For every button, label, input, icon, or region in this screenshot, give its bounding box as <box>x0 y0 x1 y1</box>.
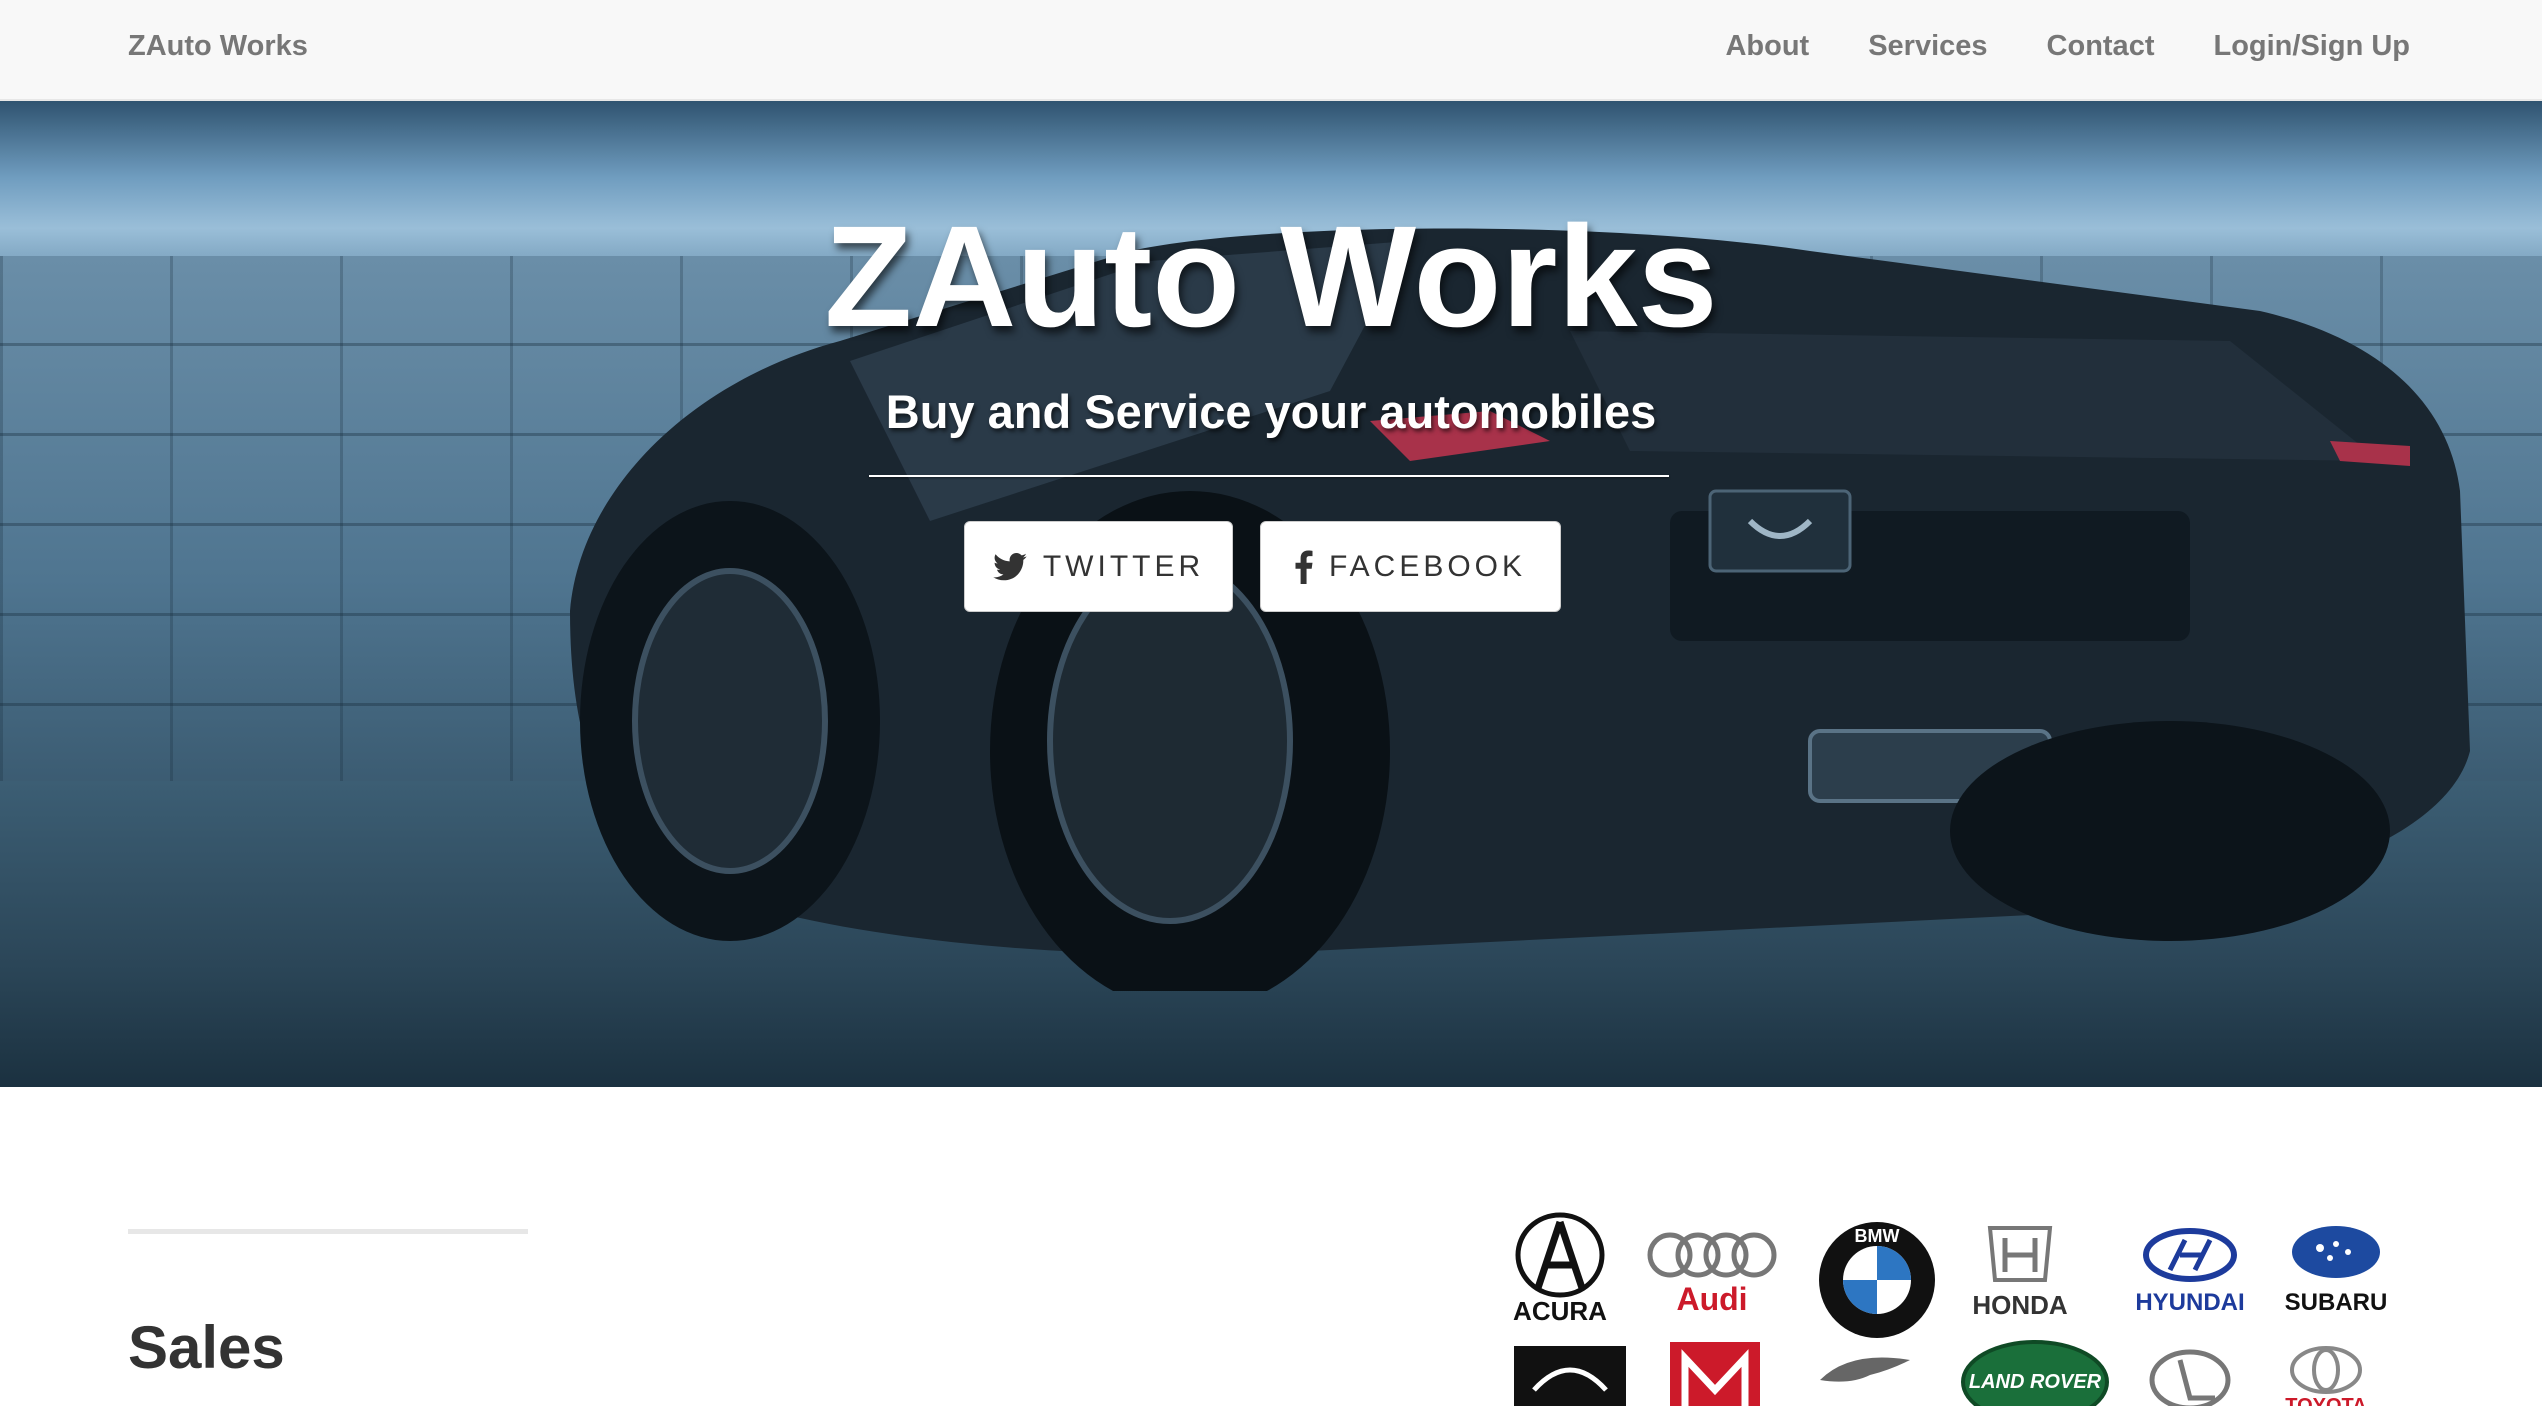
hero-title: ZAuto Works <box>824 196 1718 357</box>
svg-text:ACURA: ACURA <box>1513 1296 1607 1326</box>
twitter-button[interactable]: TWITTER <box>964 521 1233 612</box>
section-divider <box>128 1229 528 1234</box>
jaguar-logo <box>1820 1357 1910 1382</box>
honda-logo: HONDA <box>1972 1226 2068 1320</box>
hummer-logo <box>1670 1342 1760 1406</box>
nav-links: About Services Contact Login/Sign Up <box>1725 30 2410 63</box>
subaru-logo: SUBARU <box>2285 1226 2388 1316</box>
facebook-label: FACEBOOK <box>1328 549 1527 583</box>
hero-divider <box>869 475 1669 477</box>
section-title-sales: Sales <box>128 1314 285 1381</box>
hero-subtitle: Buy and Service your automobiles <box>885 385 1657 438</box>
svg-text:HONDA: HONDA <box>1972 1290 2068 1320</box>
brand-link[interactable]: ZAuto Works <box>128 30 308 63</box>
hyundai-logo: HYUNDAI <box>2135 1228 2245 1316</box>
nav-link-services[interactable]: Services <box>1868 30 1987 63</box>
lexus-logo <box>2149 1349 2231 1406</box>
twitter-label: TWITTER <box>1042 549 1205 583</box>
svg-text:BMW: BMW <box>1855 1226 1900 1246</box>
nav-link-about[interactable]: About <box>1725 30 1809 63</box>
land-rover-logo: LAND ROVER <box>1961 1340 2109 1406</box>
svg-text:TOYOTA: TOYOTA <box>2285 1395 2366 1406</box>
svg-text:LAND ROVER: LAND ROVER <box>1969 1371 2102 1393</box>
svg-text:SUBARU: SUBARU <box>2285 1289 2388 1316</box>
infiniti-logo <box>1514 1346 1626 1406</box>
twitter-icon <box>993 552 1027 581</box>
toyota-logo: TOYOTA <box>2285 1346 2367 1406</box>
nav-link-login[interactable]: Login/Sign Up <box>2213 30 2410 63</box>
audi-logo: Audi <box>1647 1232 1777 1317</box>
svg-text:HYUNDAI: HYUNDAI <box>2135 1289 2244 1316</box>
hero-banner: ZAuto Works Buy and Service your automob… <box>0 101 2542 1087</box>
facebook-icon <box>1295 550 1313 584</box>
acura-logo: ACURA <box>1513 1212 1607 1326</box>
nav-link-contact[interactable]: Contact <box>2047 30 2155 63</box>
car-brand-logos-image: ACURA Audi BMW HONDA HYUNDAI SUBARU LAND… <box>1513 1212 2388 1406</box>
navbar: ZAuto Works About Services Contact Login… <box>0 0 2542 101</box>
facebook-button[interactable]: FACEBOOK <box>1260 521 1561 612</box>
svg-text:Audi: Audi <box>1676 1281 1747 1317</box>
bmw-logo: BMW <box>1819 1222 1935 1338</box>
